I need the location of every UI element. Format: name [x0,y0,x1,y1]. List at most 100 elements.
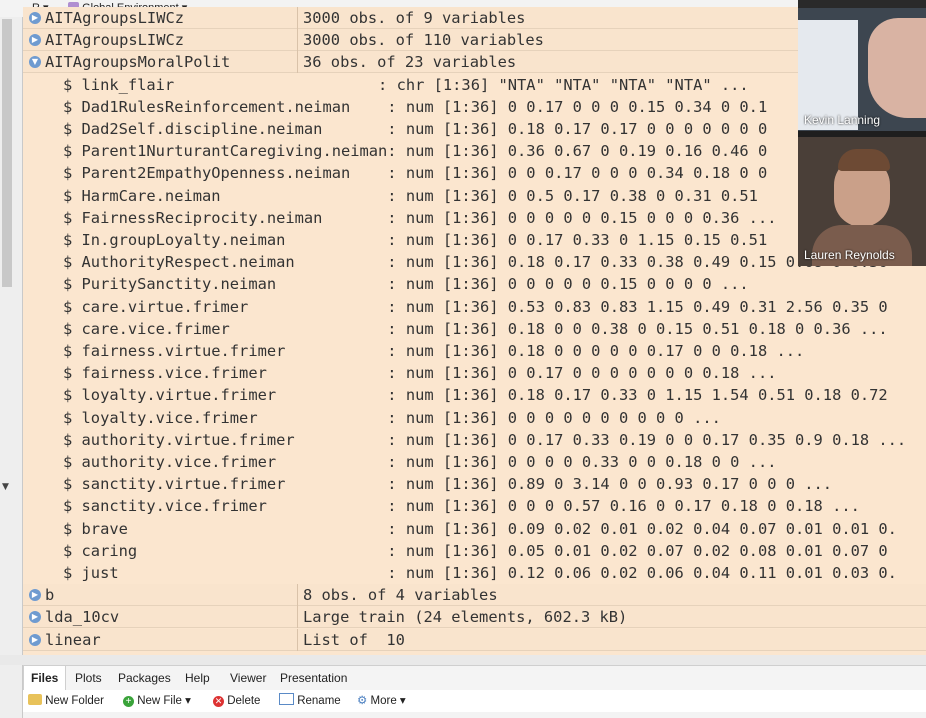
structure-row: $ Parent2EmpathyOpenness.neiman : num [1… [23,162,926,184]
participant-name-1: Kevin Lanning [804,113,881,127]
video-toolbar [798,0,926,8]
environment-row[interactable]: ▶ linear List of 10 [23,629,926,651]
structure-line: $ Dad2Self.discipline.neiman : num [1:36… [63,120,768,138]
structure-line: $ Dad1RulesReinforcement.neiman : num [1… [63,98,768,116]
structure-row: $ Parent1NurturantCaregiving.neiman: num… [23,140,926,162]
tab-help[interactable]: Help [178,666,217,690]
rename-button[interactable]: Rename [279,693,341,709]
new-folder-icon [28,694,42,705]
participant-hair-icon [838,149,890,171]
expand-icon[interactable]: ▶ [29,634,41,646]
new-folder-button[interactable]: New Folder [28,693,104,709]
structure-row: $ brave : num [1:36] 0.09 0.02 0.01 0.02… [23,518,926,540]
environment-row[interactable]: ▶ lda_10cv Large train (24 elements, 602.3… [23,606,926,628]
structure-line: $ Parent1NurturantCaregiving.neiman: num… [63,142,768,160]
structure-row: $ sanctity.vice.frimer : num [1:36] 0 0 … [23,495,926,517]
collapse-icon[interactable]: ▼ [29,56,41,68]
structure-line: $ In.groupLoyalty.neiman : num [1:36] 0 … [63,231,768,249]
structure-row: $ loyalty.vice.frimer : num [1:36] 0 0 0… [23,407,926,429]
structure-row: $ HarmCare.neiman : num [1:36] 0 0.5 0.1… [23,185,926,207]
structure-line: $ caring : num [1:36] 0.05 0.01 0.02 0.0… [63,542,888,560]
structure-line: $ FairnessReciprocity.neiman : num [1:36… [63,209,777,227]
participant-name-2: Lauren Reynolds [804,248,895,262]
environment-row[interactable]: ▼ AITAgroupsMoralPolit 36 obs. of 23 varia… [23,51,926,73]
video-tile-2[interactable]: Lauren Reynolds [798,137,926,266]
expand-icon[interactable]: ▶ [29,34,41,46]
expand-icon[interactable]: ▶ [29,611,41,623]
environment-row[interactable]: ▶ AITAgroupsLIWCz 3000 obs. of 110 variabl… [23,29,926,51]
structure-row: $ fairness.vice.frimer : num [1:36] 0 0.… [23,362,926,384]
variable-value: 3000 obs. of 110 variables [303,31,544,49]
delete-icon: ✕ [213,696,224,707]
structure-line: $ brave : num [1:36] 0.09 0.02 0.01 0.02… [63,520,897,538]
participant-head-icon [868,18,926,118]
structure-line: $ authority.virtue.frimer : num [1:36] 0… [63,431,907,449]
environment-row[interactable]: ▶ b 8 obs. of 4 variables [23,584,926,606]
structure-line: $ fairness.vice.frimer : num [1:36] 0 0.… [63,364,777,382]
structure-row: $ In.groupLoyalty.neiman : num [1:36] 0 … [23,229,926,251]
files-pane-tabs: Files Plots Packages Help Viewer Presentation [23,665,926,691]
video-call-overlay: Kevin Lanning Lauren Reynolds [798,0,926,266]
structure-line: $ sanctity.vice.frimer : num [1:36] 0 0 … [63,497,860,515]
rename-icon [279,693,294,705]
new-file-button[interactable]: + New File ▾ [123,693,191,709]
structure-line: $ sanctity.virtue.frimer : num [1:36] 0.… [63,475,833,493]
structure-row: $ PuritySanctity.neiman : num [1:36] 0 0… [23,273,926,295]
structure-row: $ authority.virtue.frimer : num [1:36] 0… [23,429,926,451]
scroll-down-icon[interactable]: ▼ [2,482,9,492]
structure-line: $ AuthorityRespect.neiman : num [1:36] 0… [63,253,888,271]
structure-line: $ HarmCare.neiman : num [1:36] 0 0.5 0.1… [63,187,758,205]
structure-row: $ link_flair : chr [1:36] "NTA" "NTA" "N… [23,74,926,96]
structure-row: $ Dad1RulesReinforcement.neiman : num [1… [23,96,926,118]
new-file-label: New File [137,695,182,707]
variable-name: linear [45,631,101,649]
left-scrollbar[interactable]: ▼ [0,17,23,718]
expand-icon[interactable]: ▶ [29,589,41,601]
structure-line: $ loyalty.vice.frimer : num [1:36] 0 0 0… [63,409,721,427]
structure-row: $ fairness.virtue.frimer : num [1:36] 0.… [23,340,926,362]
variable-name: b [45,586,55,604]
environment-list: ▶ AITAgroupsLIWCz 3000 obs. of 9 variables… [23,7,926,655]
tab-files[interactable]: Files [23,666,67,690]
delete-button[interactable]: ✕ Delete [213,693,260,709]
files-toolbar: New Folder + New File ▾ ✕ Delete Rename … [23,690,926,712]
new-file-icon: + [123,696,134,707]
column-divider [297,7,298,29]
structure-row: $ authority.vice.frimer : num [1:36] 0 0… [23,451,926,473]
variable-value: 8 obs. of 4 variables [303,586,498,604]
delete-label: Delete [227,695,261,707]
structure-row: $ caring : num [1:36] 0.05 0.01 0.02 0.0… [23,540,926,562]
scrollbar-thumb[interactable] [2,19,12,287]
structure-row: $ care.virtue.frimer : num [1:36] 0.53 0… [23,296,926,318]
tab-packages[interactable]: Packages [111,666,178,690]
expand-icon[interactable]: ▶ [29,12,41,24]
structure-line: $ fairness.virtue.frimer : num [1:36] 0.… [63,342,805,360]
tab-viewer[interactable]: Viewer [223,666,273,690]
column-divider [297,51,298,73]
more-button[interactable]: ⚙ More ▾ [357,693,406,709]
pane-divider[interactable] [0,655,926,665]
variable-name: lda_10cv [45,608,120,626]
structure-line: $ link_flair : chr [1:36] "NTA" "NTA" "N… [63,76,749,94]
variable-name: AITAgroupsLIWCz [45,31,184,49]
tab-plots[interactable]: Plots [68,666,109,690]
tab-presentation[interactable]: Presentation [273,666,354,690]
video-tile-1[interactable]: Kevin Lanning [798,8,926,131]
structure-line: $ Parent2EmpathyOpenness.neiman : num [1… [63,164,768,182]
new-folder-label: New Folder [45,695,105,707]
structure-line: $ care.vice.frimer : num [1:36] 0.18 0 0… [63,320,888,338]
environment-row[interactable]: ▶ AITAgroupsLIWCz 3000 obs. of 9 variables [23,7,926,29]
file-list-header [23,712,926,718]
structure-row: $ AuthorityRespect.neiman : num [1:36] 0… [23,251,926,273]
structure-row: $ Dad2Self.discipline.neiman : num [1:36… [23,118,926,140]
column-divider [297,29,298,51]
rename-label: Rename [297,695,341,707]
structure-line: $ PuritySanctity.neiman : num [1:36] 0 0… [63,275,749,293]
variable-value: 3000 obs. of 9 variables [303,9,526,27]
structure-line: $ care.virtue.frimer : num [1:36] 0.53 0… [63,298,888,316]
structure-line: $ authority.vice.frimer : num [1:36] 0 0… [63,453,777,471]
structure-row: $ loyalty.virtue.frimer : num [1:36] 0.1… [23,384,926,406]
structure-row: $ just : num [1:36] 0.12 0.06 0.02 0.06 … [23,562,926,584]
structure-row: $ sanctity.virtue.frimer : num [1:36] 0.… [23,473,926,495]
more-label: More [370,695,397,707]
